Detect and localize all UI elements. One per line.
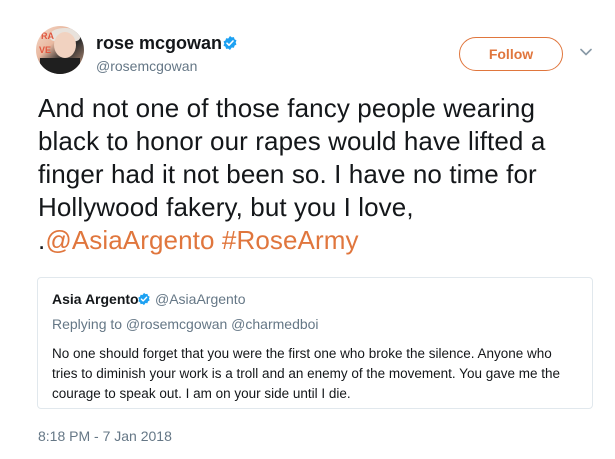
tweet-card: RA VE rose mcgowan @rosemcgowan Follow A… — [0, 0, 615, 459]
mention-link[interactable]: @AsiaArgento — [45, 225, 214, 255]
chevron-down-icon[interactable] — [580, 48, 592, 56]
author-handle[interactable]: @rosemcgowan — [96, 58, 197, 74]
tweet-text-line: Hollywood fakery, but you I love, — [38, 192, 414, 222]
quoted-text-line: courage to speak out. I am on your side … — [52, 386, 351, 401]
avatar[interactable]: RA VE — [36, 26, 84, 74]
tweet-text-line: black to honor our rapes would have lift… — [38, 126, 546, 156]
quoted-tweet-text: No one should forget that you were the f… — [52, 344, 588, 404]
quoted-author-name: Asia Argento — [52, 291, 139, 307]
tweet-text: And not one of those fancy people wearin… — [38, 92, 608, 257]
follow-button[interactable]: Follow — [459, 37, 563, 71]
tweet-text-line: And not one of those fancy people wearin… — [38, 93, 536, 123]
quoted-text-line: tries to diminish your work is a troll a… — [52, 366, 561, 381]
avatar-text-top: RA — [41, 31, 54, 41]
avatar-text-mid: VE — [39, 45, 52, 55]
quoted-text-line: No one should forget that you were the f… — [52, 346, 552, 361]
quoted-tweet[interactable]: Asia Argento @AsiaArgento Replying to @r… — [37, 277, 593, 409]
verified-badge-icon — [138, 292, 150, 306]
verified-badge-icon — [223, 36, 237, 50]
tweet-text-line: .@AsiaArgento #RoseArmy — [38, 224, 608, 257]
hashtag-link[interactable]: #RoseArmy — [222, 225, 359, 255]
author-display-name[interactable]: rose mcgowan — [96, 33, 222, 54]
tweet-text-line: finger had it not been so. I have no tim… — [38, 159, 537, 189]
quoted-author-handle: @AsiaArgento — [155, 291, 246, 307]
replying-to: Replying to @rosemcgowan @charmedboi — [52, 316, 319, 332]
tweet-timestamp[interactable]: 8:18 PM - 7 Jan 2018 — [38, 428, 172, 444]
